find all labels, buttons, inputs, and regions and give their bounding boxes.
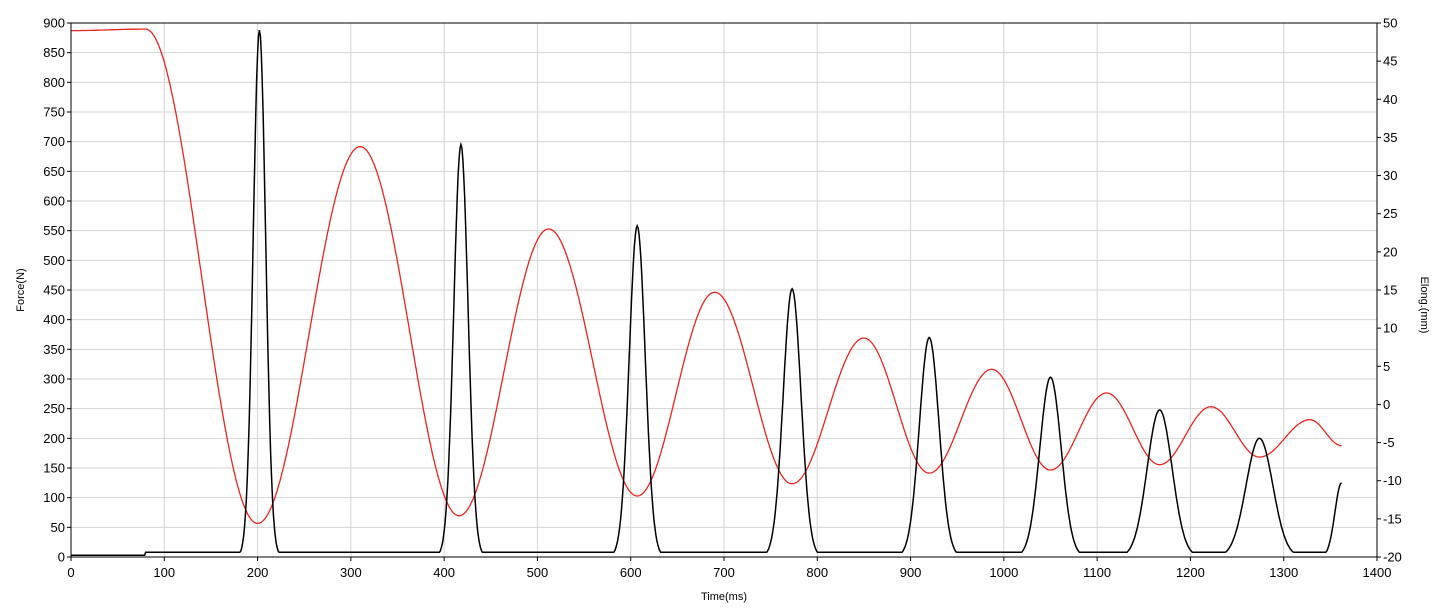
x-tick-label: 1300: [1269, 565, 1298, 580]
y-right-tick-label: 50: [1383, 16, 1397, 31]
y-left-tick-label: 0: [58, 550, 65, 565]
y-left-tick-label: 700: [43, 134, 65, 149]
x-tick-label: 0: [67, 565, 74, 580]
y-right-tick-label: 20: [1383, 244, 1397, 259]
y-left-tick-label: 450: [43, 283, 65, 298]
x-tick-label: 1100: [1083, 565, 1111, 580]
y-left-tick-label: 600: [43, 194, 65, 209]
y-right-tick-label: 30: [1383, 168, 1397, 183]
y-right-tick-label: 15: [1383, 283, 1397, 298]
y-left-tick-label: 650: [43, 164, 65, 179]
y-left-tick-label: 550: [43, 223, 65, 238]
y-left-tick-label: 750: [43, 105, 65, 120]
y-right-tick-label: -10: [1383, 473, 1402, 488]
x-tick-label: 800: [806, 565, 828, 580]
y-left-tick-label: 100: [43, 490, 65, 505]
x-tick-label: 700: [713, 565, 735, 580]
y-left-tick-label: 250: [43, 401, 65, 416]
y-right-tick-label: -5: [1383, 435, 1395, 450]
x-tick-label: 200: [247, 565, 269, 580]
y-right-tick-label: 5: [1383, 359, 1390, 374]
y-right-tick-label: -20: [1383, 550, 1402, 565]
y-left-tick-label: 850: [43, 45, 65, 60]
y-right-tick-label: 35: [1383, 130, 1397, 145]
y-right-tick-label: 40: [1383, 92, 1397, 107]
x-tick-label: 900: [900, 565, 922, 580]
y-left-tick-label: 900: [43, 16, 65, 31]
x-tick-label: 600: [620, 565, 642, 580]
y-right-tick-label: 10: [1383, 321, 1397, 336]
x-tick-label: 400: [433, 565, 455, 580]
x-axis-title: Time(ms): [701, 591, 747, 603]
y-left-tick-label: 200: [43, 431, 65, 446]
y-left-tick-label: 50: [51, 520, 65, 535]
y-right-tick-label: 0: [1383, 397, 1390, 412]
y-right-tick-label: 45: [1383, 54, 1397, 69]
x-tick-label: 1200: [1176, 565, 1205, 580]
y-left-axis-title: Force(N): [15, 268, 27, 311]
force-elongation-chart: 0 100 200 300 400 500 600 700 800 900 1000 1100 1200…: [15, 16, 1430, 604]
y-left-tick-label: 500: [43, 253, 65, 268]
x-tick-label: 100: [153, 565, 175, 580]
x-tick-label: 1400: [1363, 565, 1392, 580]
y-left-tick-label: 800: [43, 75, 65, 90]
y-right-tick-label: -15: [1383, 511, 1402, 526]
y-right-tick-label: 25: [1383, 206, 1397, 221]
x-tick-label: 500: [527, 565, 549, 580]
y-left-tick-label: 350: [43, 342, 65, 357]
y-left-tick-label: 150: [43, 461, 65, 476]
x-tick-label: 300: [340, 565, 362, 580]
x-tick-label: 1000: [989, 565, 1018, 580]
y-left-tick-label: 300: [43, 372, 65, 387]
y-right-axis-title: Elong.(mm): [1418, 277, 1430, 334]
y-left-tick-label: 400: [43, 312, 65, 327]
